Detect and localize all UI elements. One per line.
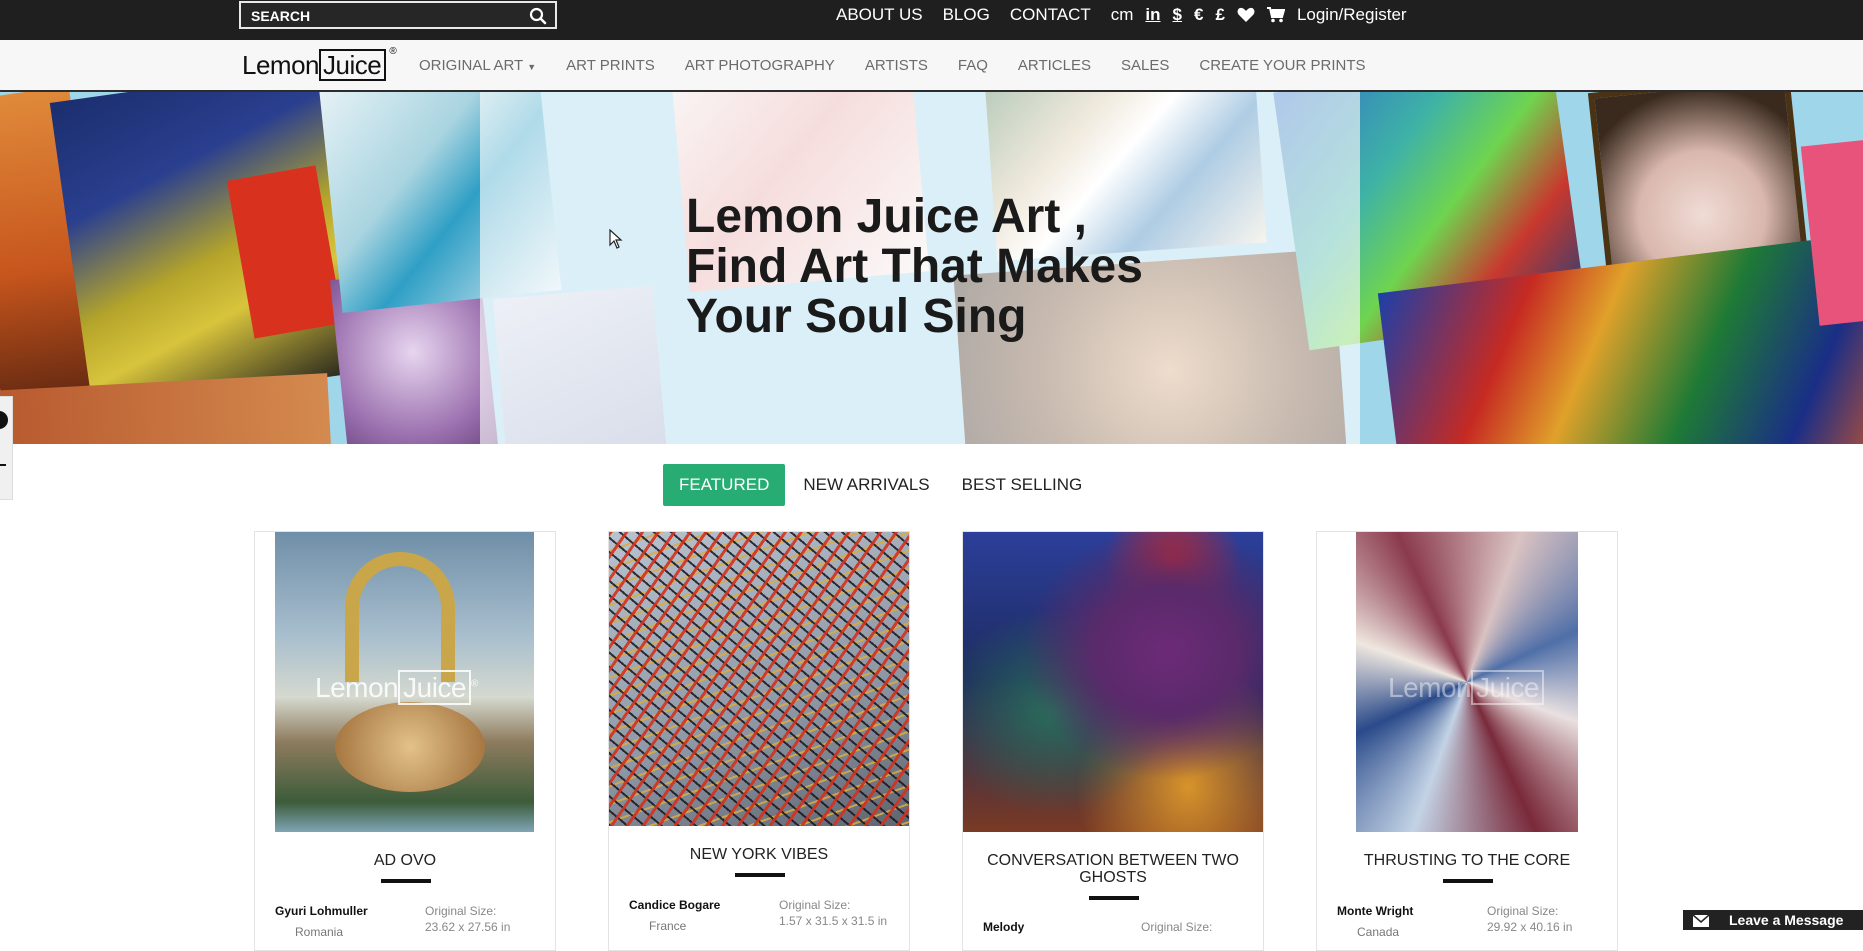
artist-name[interactable]: Monte Wright <box>1337 904 1413 918</box>
nav-sales[interactable]: SALES <box>1121 57 1169 74</box>
watermark-lemon: Lemon <box>1388 672 1472 703</box>
artwork-title[interactable]: THRUSTING TO THE CORE <box>1327 852 1607 869</box>
nav-art-photography[interactable]: ART PHOTOGRAPHY <box>685 57 835 74</box>
nav-art-prints[interactable]: ART PRINTS <box>566 57 655 74</box>
contact-link[interactable]: CONTACT <box>1010 5 1091 25</box>
nav-articles[interactable]: ARTICLES <box>1018 57 1091 74</box>
shell-shape <box>335 702 485 792</box>
watermark-logo: Lemon Juice <box>1388 670 1544 705</box>
top-nav: ABOUT US BLOG CONTACT cm in $ € £ Login/… <box>836 0 1427 30</box>
artist-country: France <box>649 919 687 933</box>
logo-text-juice: Juice <box>319 49 387 81</box>
artwork-image[interactable]: Lemon Juice ® <box>275 532 534 832</box>
hero-line-2: Find Art That Makes <box>686 240 1143 293</box>
arch-shape <box>345 552 455 682</box>
envelope-icon <box>1692 914 1710 930</box>
hero-banner: Lemon Juice Art , Find Art That Makes Yo… <box>0 92 1863 444</box>
nav-create-your-prints[interactable]: CREATE YOUR PRINTS <box>1199 57 1365 74</box>
artist-name[interactable]: Candice Bogare <box>629 898 720 912</box>
hero-line-3: Your Soul Sing <box>686 290 1027 343</box>
cart-icon[interactable] <box>1266 7 1285 23</box>
product-card[interactable]: NEW YORK VIBES Candice Bogare France Ori… <box>608 531 910 951</box>
artwork-title[interactable]: NEW YORK VIBES <box>619 846 899 863</box>
artist-name[interactable]: Melody <box>983 920 1024 934</box>
login-register-link[interactable]: Login/Register <box>1297 5 1407 25</box>
original-size-label: Original Size: <box>425 904 497 918</box>
product-card[interactable]: Lemon Juice ® AD OVO Gyuri Lohmuller Roman… <box>254 531 556 951</box>
product-card[interactable]: Lemon Juice THRUSTING TO THE CORE Monte W… <box>1316 531 1618 951</box>
currency-gbp-toggle[interactable]: £ <box>1215 5 1224 25</box>
watermark-juice: Juice <box>1471 670 1544 705</box>
heart-icon[interactable] <box>1237 7 1255 23</box>
artwork-title[interactable]: CONVERSATION BETWEEN TWO GHOSTS <box>973 852 1253 886</box>
artist-country: Canada <box>1357 925 1400 939</box>
caret-down-icon: ▼ <box>527 61 537 72</box>
title-underline <box>735 873 785 877</box>
currency-usd-toggle[interactable]: $ <box>1173 5 1182 25</box>
about-us-link[interactable]: ABOUT US <box>836 5 923 25</box>
original-size-value: 29.92 x 40.16 in <box>1487 920 1573 934</box>
nav-original-art[interactable]: ORIGINAL ART ▼ <box>419 57 536 74</box>
tab-best-selling[interactable]: BEST SELLING <box>946 464 1099 506</box>
original-size-value: 23.62 x 27.56 in <box>425 920 511 934</box>
logo-text-lemon: Lemon <box>242 49 320 80</box>
watermark-lemon: Lemon <box>315 672 399 703</box>
nav-original-art-label: ORIGINAL ART <box>419 56 524 74</box>
hero-line-1: Lemon Juice Art , <box>686 190 1087 243</box>
title-underline <box>1089 896 1139 900</box>
side-accessibility-widget[interactable] <box>0 396 13 500</box>
nav-artists[interactable]: ARTISTS <box>865 57 928 74</box>
widget-minus-icon <box>0 464 6 466</box>
blog-link[interactable]: BLOG <box>943 5 990 25</box>
watermark-juice: Juice <box>398 670 471 705</box>
chat-label: Leave a Message <box>1729 912 1844 928</box>
search-icon[interactable] <box>529 7 547 25</box>
mouse-cursor-icon <box>609 228 623 254</box>
title-underline <box>1443 879 1493 883</box>
product-card[interactable]: CONVERSATION BETWEEN TWO GHOSTS Melody O… <box>962 531 1264 951</box>
site-logo[interactable]: Lemon Juice ® <box>242 46 397 82</box>
artwork-image[interactable] <box>963 532 1263 832</box>
search-box <box>239 1 557 29</box>
widget-circle-icon <box>0 411 8 429</box>
artist-name[interactable]: Gyuri Lohmuller <box>275 904 368 918</box>
top-bar: ABOUT US BLOG CONTACT cm in $ € £ Login/… <box>0 0 1863 40</box>
hero-headline: Lemon Juice Art , Find Art That Makes Yo… <box>686 192 1143 342</box>
tab-new-arrivals[interactable]: NEW ARRIVALS <box>787 464 945 506</box>
currency-eur-toggle[interactable]: € <box>1194 5 1203 25</box>
original-size-label: Original Size: <box>1487 904 1559 918</box>
watermark-logo: Lemon Juice ® <box>315 670 478 705</box>
product-tabs: FEATURED NEW ARRIVALS BEST SELLING <box>663 464 1098 506</box>
watermark-reg: ® <box>471 678 478 690</box>
leave-message-chat-button[interactable]: Leave a Message <box>1683 910 1863 930</box>
unit-in-toggle[interactable]: in <box>1145 5 1160 25</box>
nav-faq[interactable]: FAQ <box>958 57 988 74</box>
primary-menu: ORIGINAL ART ▼ ART PRINTS ART PHOTOGRAPHY… <box>419 40 1396 90</box>
search-input[interactable] <box>251 6 511 26</box>
artwork-title[interactable]: AD OVO <box>265 852 545 869</box>
logo-registered-mark: ® <box>389 46 397 57</box>
original-size-value: 1.57 x 31.5 x 31.5 in <box>779 914 888 928</box>
original-size-label: Original Size: <box>1141 920 1213 934</box>
artwork-image[interactable]: Lemon Juice <box>1356 532 1578 832</box>
artist-country: Romania <box>295 925 344 939</box>
artwork-image[interactable] <box>609 532 909 826</box>
title-underline <box>381 879 431 883</box>
original-size-label: Original Size: <box>779 898 851 912</box>
unit-cm-toggle[interactable]: cm <box>1111 5 1134 25</box>
main-nav: Lemon Juice ® ORIGINAL ART ▼ ART PRINTS AR… <box>0 40 1863 92</box>
tab-featured[interactable]: FEATURED <box>663 464 786 506</box>
